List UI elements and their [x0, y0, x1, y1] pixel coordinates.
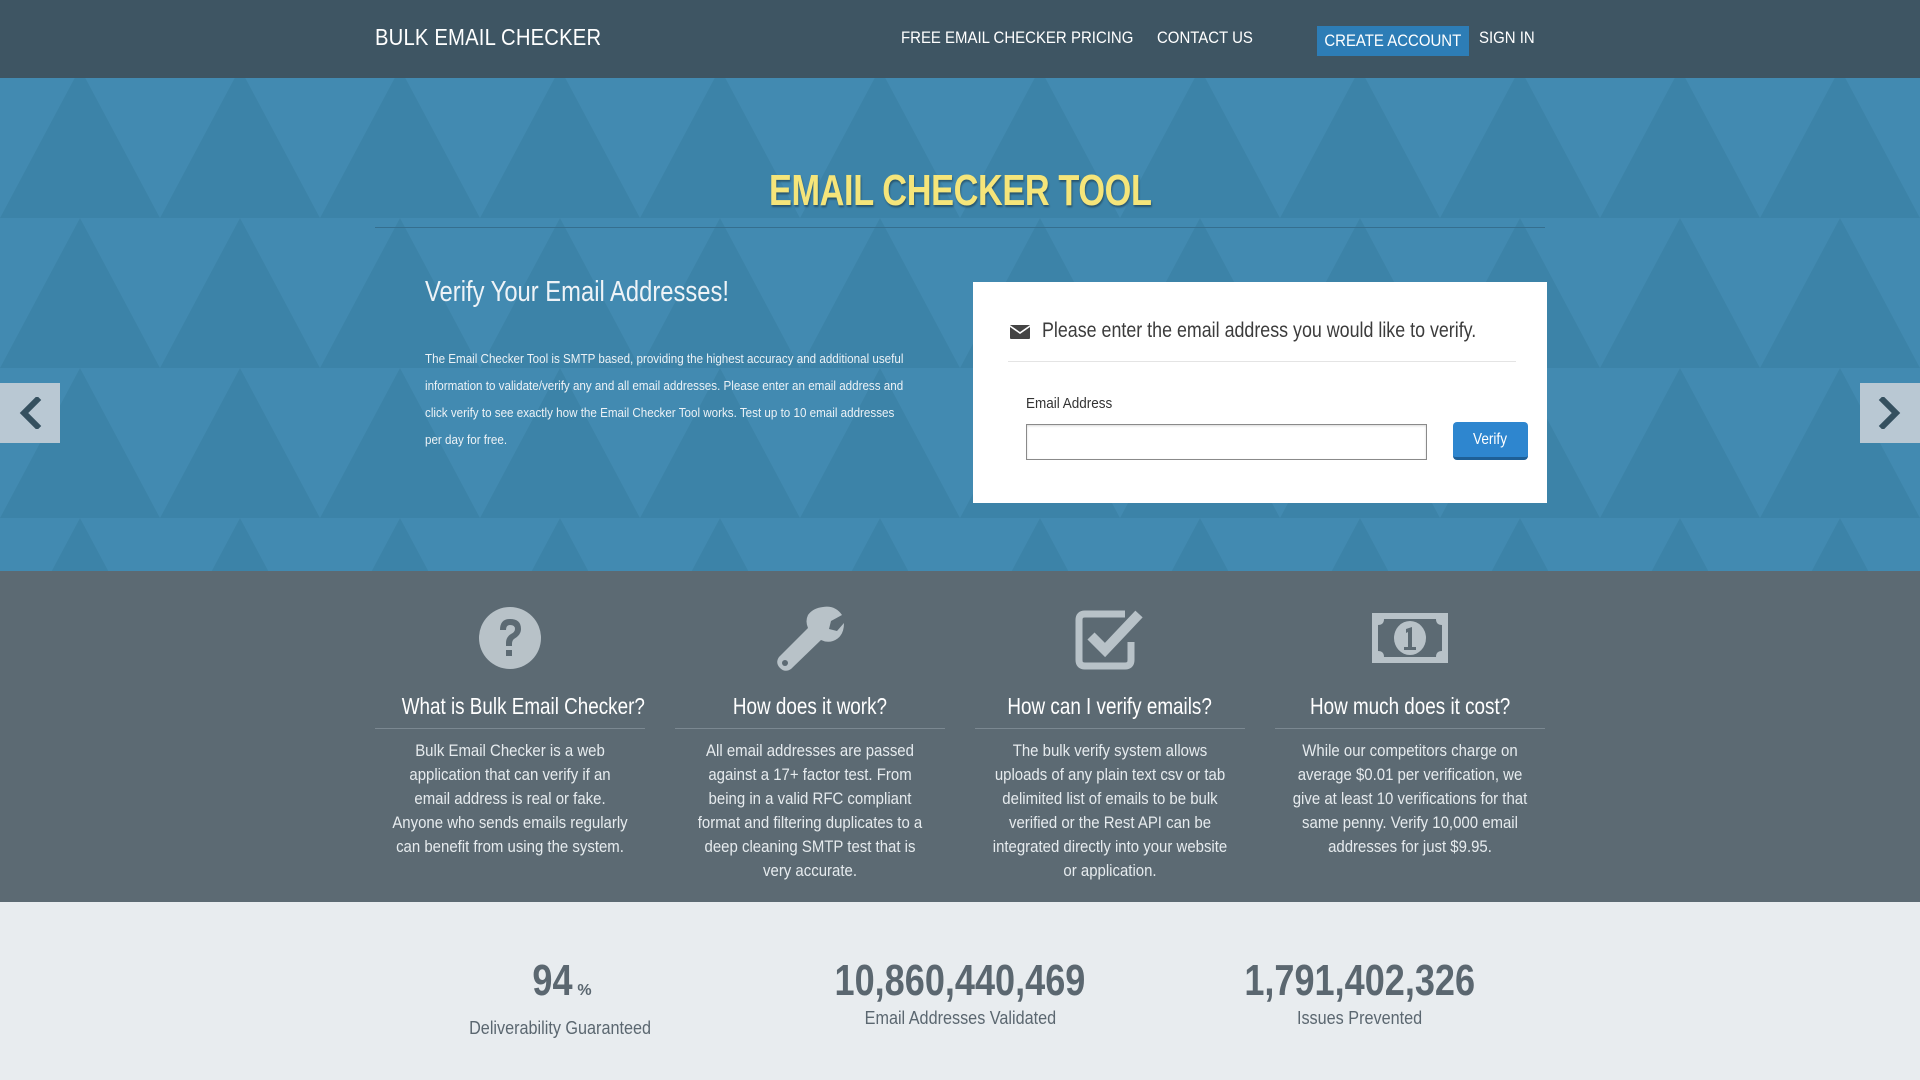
create-account-label: CREATE ACCOUNT	[1324, 31, 1462, 50]
create-account-button[interactable]: CREATE ACCOUNT	[1317, 26, 1469, 56]
verify-button-label: Verify	[1473, 430, 1508, 448]
email-address-input[interactable]	[1026, 424, 1427, 460]
chevron-right-icon	[1878, 397, 1901, 429]
stat-issues-prevented: 1,791,402,326 Issues Prevented	[1160, 956, 1560, 1029]
features-section: What is Bulk Email Checker? Bulk Email C…	[0, 571, 1920, 902]
feature-title: How much does it cost?	[1309, 693, 1511, 719]
stat-label: Deliverability Guaranteed	[469, 1018, 651, 1038]
form-prompt-text: Please enter the email address you would…	[1042, 319, 1477, 342]
envelope-icon	[1010, 325, 1030, 339]
chevron-left-icon	[19, 397, 42, 429]
stat-label: Issues Prevented	[1297, 1008, 1423, 1028]
title-divider	[375, 227, 1545, 228]
question-circle-icon	[479, 607, 541, 669]
stat-value: 10,860,440,469	[834, 956, 1086, 1005]
feature-text: All email addresses are passed against a…	[697, 741, 923, 880]
checkbox-icon	[1075, 610, 1143, 670]
hero-description: The Email Checker Tool is SMTP based, pr…	[425, 352, 904, 447]
wrench-icon	[777, 606, 844, 671]
hero-section: EMAIL CHECKER TOOL Verify Your Email Add…	[0, 78, 1920, 571]
stat-emails-validated: 10,860,440,469 Email Addresses Validated	[760, 956, 1160, 1029]
feature-title: How can I verify emails?	[1007, 693, 1213, 719]
feature-divider	[675, 728, 945, 729]
feature-text: Bulk Email Checker is a web application …	[392, 741, 628, 856]
nav-contact-us[interactable]: CONTACT US	[1157, 28, 1253, 48]
stat-unit: %	[577, 982, 592, 999]
verify-button[interactable]: Verify	[1453, 422, 1528, 460]
form-divider	[1008, 361, 1516, 362]
form-body: Please enter the email address you would…	[980, 289, 1540, 496]
feature-text: The bulk verify system allows uploads of…	[992, 741, 1228, 880]
top-navbar: BULK EMAIL CHECKER FREE EMAIL CHECKER PR…	[0, 0, 1920, 78]
stats-section: 94% Deliverability Guaranteed 10,860,440…	[0, 902, 1920, 1080]
hero-subtitle: Verify Your Email Addresses!	[425, 276, 730, 308]
stat-label: Email Addresses Validated	[864, 1008, 1056, 1028]
nav-pricing[interactable]: PRICING	[1071, 28, 1133, 48]
feature-divider	[375, 728, 645, 729]
nav-free-email-checker[interactable]: FREE EMAIL CHECKER	[901, 28, 1067, 48]
feature-text: While our competitors charge on average …	[1292, 741, 1528, 856]
brand-logo[interactable]: BULK EMAIL CHECKER	[375, 24, 601, 51]
feature-title: How does it work?	[732, 693, 888, 719]
sign-in-link[interactable]: SIGN IN	[1479, 28, 1535, 48]
carousel-prev-button[interactable]	[0, 383, 60, 443]
carousel-next-button[interactable]	[1860, 383, 1920, 443]
email-verify-form: Please enter the email address you would…	[974, 283, 1546, 502]
money-bill-icon	[1372, 613, 1448, 663]
page-title: EMAIL CHECKER TOOL	[768, 166, 1152, 215]
feature-title: What is Bulk Email Checker?	[401, 693, 645, 719]
stat-value: 1,791,402,326	[1244, 956, 1476, 1005]
feature-divider	[975, 728, 1245, 729]
feature-divider	[1275, 728, 1545, 729]
email-address-label: Email Address	[1026, 395, 1113, 412]
form-prompt: Please enter the email address you would…	[1010, 319, 1553, 343]
triangle-pattern-background	[0, 78, 1920, 571]
stat-deliverability: 94% Deliverability Guaranteed	[360, 956, 760, 1039]
stat-value: 94%	[532, 956, 592, 1005]
